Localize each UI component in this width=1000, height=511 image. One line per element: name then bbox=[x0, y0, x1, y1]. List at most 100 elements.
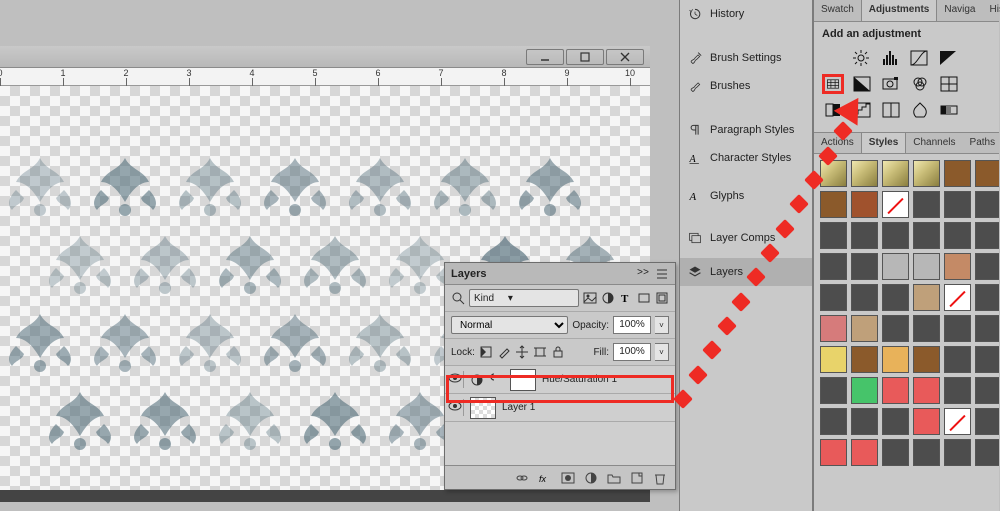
panel-menu-icon[interactable] bbox=[655, 267, 669, 281]
lock-brush-icon[interactable] bbox=[497, 345, 511, 359]
panel-tab-glyphs[interactable]: AGlyphs bbox=[680, 182, 812, 210]
tab-actions[interactable]: Actions bbox=[814, 133, 861, 153]
style-swatch[interactable] bbox=[913, 346, 940, 373]
photo-filter-adjustment-icon[interactable] bbox=[880, 74, 902, 94]
layer-name[interactable]: Hue/Saturation 1 bbox=[542, 374, 617, 385]
style-swatch[interactable] bbox=[944, 222, 971, 249]
style-swatch[interactable] bbox=[882, 160, 909, 187]
tab-hist[interactable]: Hist bbox=[983, 0, 1000, 21]
link-mask-icon[interactable] bbox=[490, 373, 504, 387]
black-white-adjustment-icon[interactable] bbox=[851, 74, 873, 94]
style-swatch[interactable] bbox=[944, 439, 971, 466]
collapsed-panels-column[interactable]: History Brush SettingsBrushes Paragraph St… bbox=[679, 0, 813, 511]
window-minimize-button[interactable] bbox=[526, 49, 564, 65]
channel-mixer-adjustment-icon[interactable] bbox=[909, 74, 931, 94]
layers-panel[interactable]: Layers >> Kind ▾ T Normal Opacity: 100% … bbox=[444, 262, 676, 490]
mask-thumbnail[interactable] bbox=[510, 369, 536, 391]
lock-artboard-icon[interactable] bbox=[533, 345, 547, 359]
fx-icon[interactable]: fx bbox=[538, 471, 552, 485]
new-layer-icon[interactable] bbox=[630, 471, 644, 485]
lock-transparent-icon[interactable] bbox=[479, 345, 493, 359]
link-layers-icon[interactable] bbox=[515, 471, 529, 485]
style-swatch[interactable] bbox=[851, 377, 878, 404]
style-swatch[interactable] bbox=[882, 377, 909, 404]
style-swatch[interactable] bbox=[975, 160, 999, 187]
tab-channels[interactable]: Channels bbox=[906, 133, 962, 153]
style-swatch[interactable] bbox=[944, 160, 971, 187]
style-swatch[interactable] bbox=[913, 222, 940, 249]
style-swatch[interactable] bbox=[944, 315, 971, 342]
style-swatch[interactable] bbox=[944, 377, 971, 404]
tab-paths[interactable]: Paths bbox=[963, 133, 1000, 153]
style-swatch[interactable] bbox=[944, 253, 971, 280]
add-mask-icon[interactable] bbox=[561, 471, 575, 485]
panel-tab-history[interactable]: History bbox=[680, 0, 812, 28]
style-swatch[interactable] bbox=[975, 377, 999, 404]
layer-name[interactable]: Layer 1 bbox=[502, 402, 535, 413]
style-swatch[interactable] bbox=[820, 439, 847, 466]
style-swatch[interactable] bbox=[851, 284, 878, 311]
styles-grid-area[interactable] bbox=[814, 154, 999, 498]
style-swatch[interactable] bbox=[975, 439, 999, 466]
style-swatch[interactable] bbox=[913, 377, 940, 404]
style-swatch[interactable] bbox=[820, 222, 847, 249]
style-swatch[interactable] bbox=[882, 439, 909, 466]
panel-tab-layers[interactable]: Layers bbox=[680, 258, 812, 286]
style-swatch[interactable] bbox=[913, 191, 940, 218]
style-swatch[interactable] bbox=[944, 346, 971, 373]
style-swatch[interactable] bbox=[851, 191, 878, 218]
style-swatch[interactable] bbox=[851, 160, 878, 187]
color-lookup-adjustment-icon[interactable] bbox=[938, 74, 960, 94]
style-swatch[interactable] bbox=[882, 253, 909, 280]
style-swatch[interactable] bbox=[882, 315, 909, 342]
opacity-value[interactable]: 100% bbox=[613, 316, 651, 334]
filter-type-icon[interactable]: T bbox=[619, 291, 633, 305]
panel-tab-brushes[interactable]: Brushes bbox=[680, 72, 812, 100]
style-swatch[interactable] bbox=[820, 408, 847, 435]
style-swatch[interactable] bbox=[851, 253, 878, 280]
style-swatch[interactable] bbox=[975, 253, 999, 280]
panel-collapse-icon[interactable]: >> bbox=[637, 268, 649, 279]
levels-adjustment-icon[interactable] bbox=[879, 48, 901, 68]
style-swatch[interactable] bbox=[913, 160, 940, 187]
style-swatch[interactable] bbox=[913, 408, 940, 435]
style-swatch[interactable] bbox=[820, 377, 847, 404]
style-swatch[interactable] bbox=[882, 284, 909, 311]
style-swatch[interactable] bbox=[913, 253, 940, 280]
panel-tab-paragraph-styles[interactable]: Paragraph Styles bbox=[680, 116, 812, 144]
panel-tab-brush-settings[interactable]: Brush Settings bbox=[680, 44, 812, 72]
panel-tab-character-styles[interactable]: ACharacter Styles bbox=[680, 144, 812, 172]
style-swatch[interactable] bbox=[975, 408, 999, 435]
delete-layer-icon[interactable] bbox=[653, 471, 667, 485]
threshold-adjustment-icon[interactable] bbox=[880, 100, 902, 120]
layer-thumbnail[interactable] bbox=[470, 397, 496, 419]
panel-tab-layer-comps[interactable]: Layer Comps bbox=[680, 224, 812, 252]
tab-styles[interactable]: Styles bbox=[861, 133, 906, 153]
window-maximize-button[interactable] bbox=[566, 49, 604, 65]
blend-mode-select[interactable]: Normal bbox=[451, 316, 568, 334]
style-swatch[interactable] bbox=[820, 160, 847, 187]
style-swatch[interactable] bbox=[913, 284, 940, 311]
lock-position-icon[interactable] bbox=[515, 345, 529, 359]
visibility-toggle-icon[interactable] bbox=[448, 399, 464, 416]
style-swatch[interactable] bbox=[975, 222, 999, 249]
selective-color-adjustment-icon[interactable] bbox=[909, 100, 931, 120]
style-swatch[interactable] bbox=[913, 439, 940, 466]
filter-shape-icon[interactable] bbox=[637, 291, 651, 305]
new-adjustment-icon[interactable] bbox=[584, 471, 598, 485]
style-swatch[interactable] bbox=[820, 346, 847, 373]
style-swatch[interactable] bbox=[820, 284, 847, 311]
tab-naviga[interactable]: Naviga bbox=[937, 0, 982, 21]
style-swatch[interactable] bbox=[820, 315, 847, 342]
layer-row-image[interactable]: Layer 1 bbox=[445, 394, 675, 422]
style-swatch[interactable] bbox=[882, 346, 909, 373]
style-swatch[interactable] bbox=[913, 315, 940, 342]
fill-value[interactable]: 100% bbox=[613, 343, 651, 361]
visibility-toggle-icon[interactable] bbox=[448, 371, 464, 388]
style-swatch[interactable] bbox=[975, 346, 999, 373]
tab-adjustments[interactable]: Adjustments bbox=[861, 0, 938, 21]
window-close-button[interactable] bbox=[606, 49, 644, 65]
layers-panel-header[interactable]: Layers >> bbox=[445, 263, 675, 285]
style-swatch[interactable] bbox=[851, 315, 878, 342]
style-swatch[interactable] bbox=[820, 253, 847, 280]
